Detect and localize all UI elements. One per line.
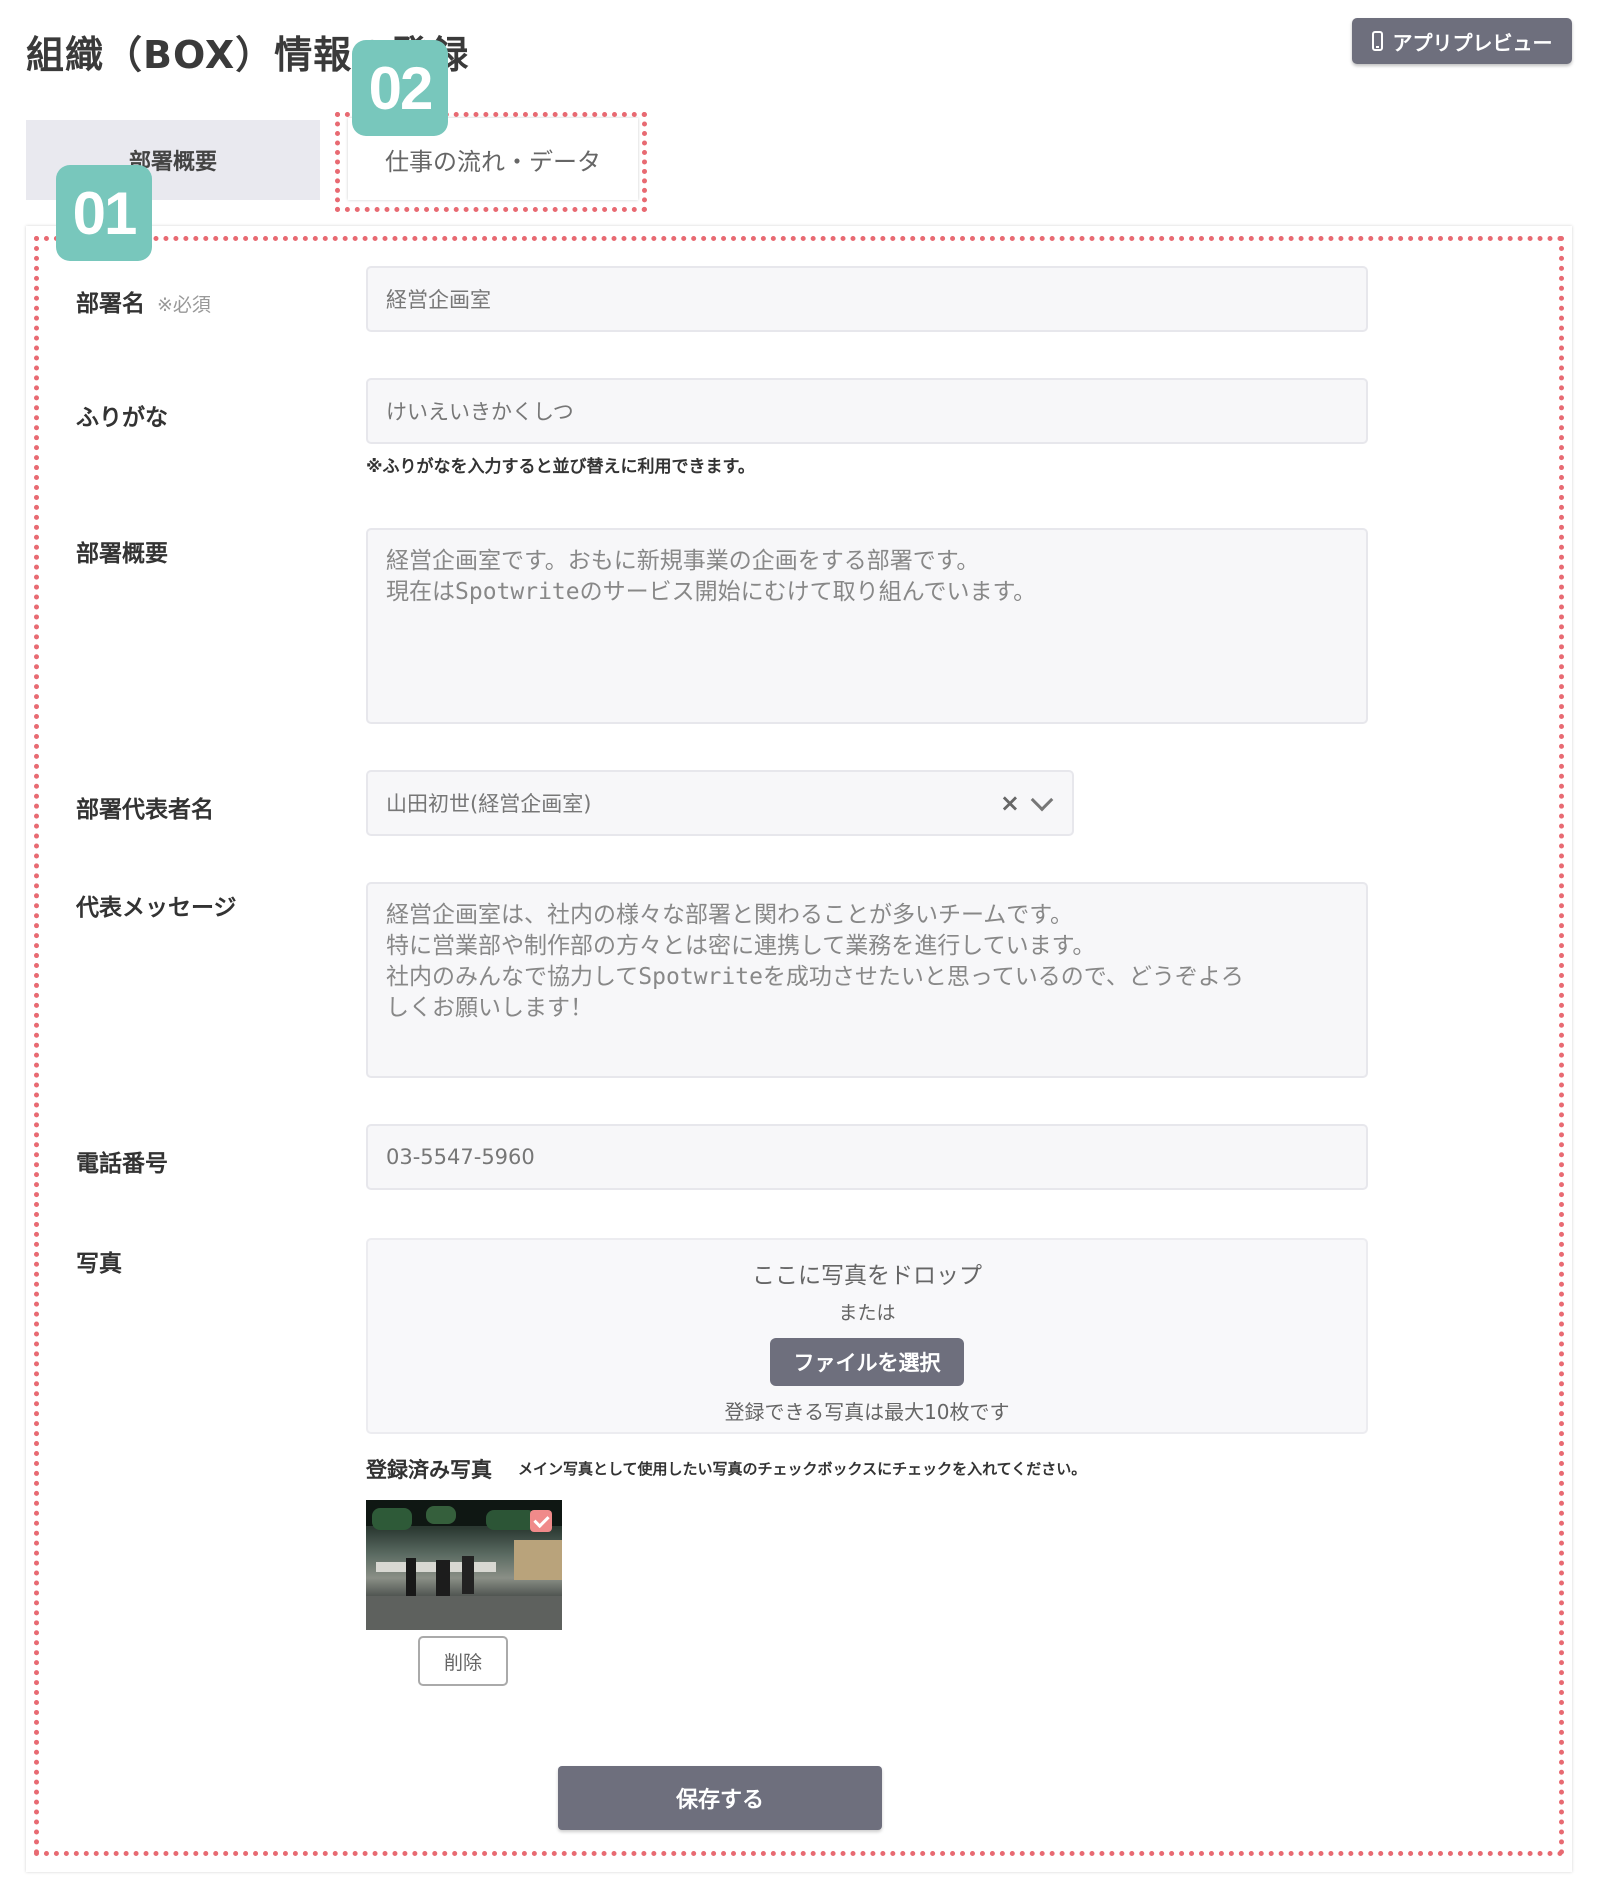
highlight-box-01: [34, 236, 1564, 1856]
annotation-marker-01: 01: [56, 165, 152, 261]
smartphone-icon: [1371, 31, 1383, 51]
app-preview-button[interactable]: アプリプレビュー: [1352, 18, 1572, 64]
annotation-marker-02: 02: [352, 40, 448, 136]
app-preview-label: アプリプレビュー: [1392, 30, 1553, 55]
